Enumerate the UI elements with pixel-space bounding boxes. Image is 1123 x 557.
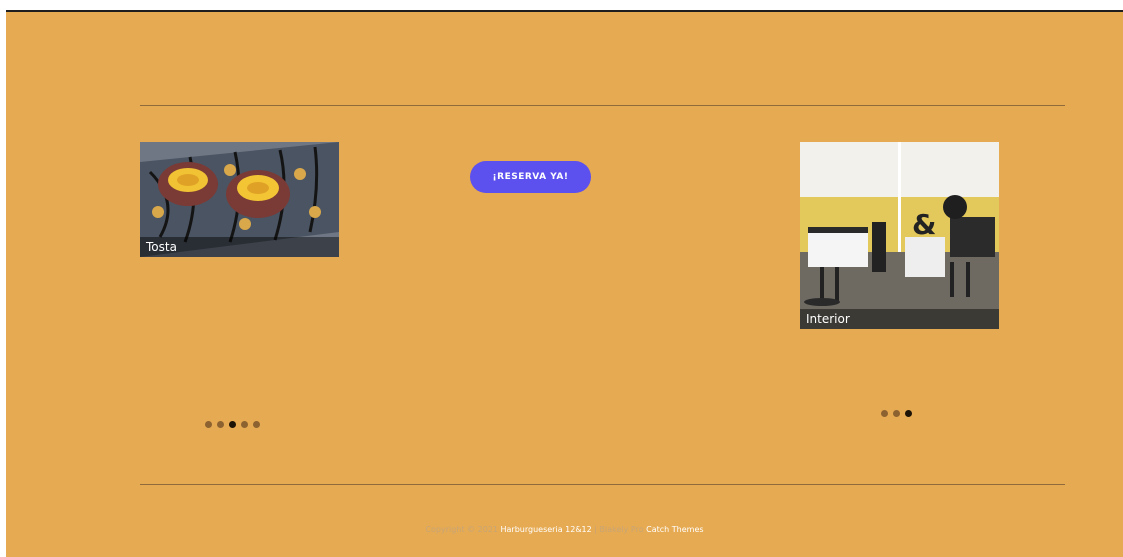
slider-dots-right (881, 410, 912, 417)
slider-dot[interactable] (229, 421, 236, 428)
slider-dot[interactable] (253, 421, 260, 428)
copyright-text: Copyright © 2021 (425, 525, 498, 534)
gallery-caption: Interior (800, 309, 999, 329)
slider-dot[interactable] (217, 421, 224, 428)
site-footer: Copyright © 2021 Harburgueseria 12&12 | … (6, 525, 1123, 534)
slider-dots-left (205, 421, 260, 428)
page-background: Tosta ¡RESERVA YA! & Interior Copyright … (6, 10, 1123, 557)
theme-credit-prefix: Blakely Pro (599, 525, 644, 534)
gallery-caption: Tosta (140, 237, 339, 257)
slider-dot[interactable] (205, 421, 212, 428)
interior-photo-icon: & (800, 142, 999, 329)
slider-dot[interactable] (881, 410, 888, 417)
svg-text:&: & (912, 208, 936, 241)
divider-top (140, 105, 1065, 106)
divider-bottom (140, 484, 1065, 485)
reserve-button[interactable]: ¡RESERVA YA! (470, 161, 591, 193)
footer-separator: | (594, 525, 597, 534)
slider-dot[interactable] (241, 421, 248, 428)
slider-dot[interactable] (905, 410, 912, 417)
gallery-image-interior[interactable]: & Interior (800, 142, 999, 329)
theme-author-link[interactable]: Catch Themes (646, 525, 703, 534)
gallery-image-tosta[interactable]: Tosta (140, 142, 339, 257)
site-name-link[interactable]: Harburgueseria 12&12 (501, 525, 592, 534)
slider-dot[interactable] (893, 410, 900, 417)
